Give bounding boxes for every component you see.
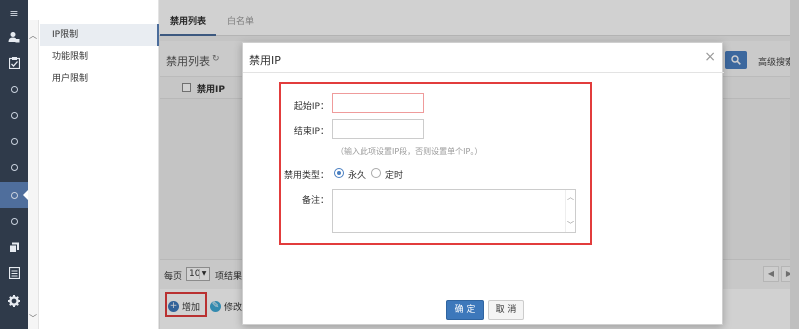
submenu-collapse-bar[interactable]: ︿ ﹀ <box>28 20 39 329</box>
chevron-up-icon[interactable]: ︿ <box>567 192 574 202</box>
remark-label: 备注： <box>301 196 329 206</box>
menu-toggle-icon[interactable]: ≡ <box>0 0 28 26</box>
chevron-up-icon[interactable]: ︿ <box>29 30 37 41</box>
list-icon[interactable] <box>0 260 28 286</box>
radio-permanent-label[interactable]: 永久 <box>348 168 366 181</box>
circle-icon[interactable] <box>0 154 28 180</box>
dialog-title: 禁用IP <box>249 54 281 67</box>
dialog-header: 禁用IP × <box>243 43 724 73</box>
confirm-button[interactable]: 确 定 <box>446 300 484 320</box>
left-rail: ≡ <box>0 0 28 329</box>
clipboard-check-icon[interactable] <box>0 50 28 76</box>
cancel-button[interactable]: 取 消 <box>488 300 524 320</box>
circle-icon[interactable] <box>0 128 28 154</box>
end-ip-label: 结束IP： <box>293 127 329 137</box>
end-ip-hint: （输入此项设置IP段，否则设置单个IP。） <box>336 147 483 156</box>
radio-scheduled[interactable] <box>371 168 381 178</box>
circle-icon-active[interactable] <box>0 182 28 208</box>
radio-scheduled-label[interactable]: 定时 <box>385 168 403 181</box>
radio-permanent[interactable] <box>334 168 344 178</box>
start-ip-label: 起始IP： <box>293 102 329 112</box>
gear-icon[interactable] <box>0 288 28 314</box>
submenu-item-function-limit[interactable]: 功能限制 <box>40 46 159 68</box>
circle-icon[interactable] <box>0 208 28 234</box>
textarea-scrollbar[interactable]: ︿ ﹀ <box>565 190 575 232</box>
submenu-item-user-limit[interactable]: 用户限制 <box>40 68 159 90</box>
submenu: ︿ ﹀ IP限制 功能限制 用户限制 ☰ <box>28 0 170 329</box>
start-ip-input[interactable] <box>332 93 424 113</box>
chevron-down-icon[interactable]: ﹀ <box>29 313 37 324</box>
submenu-item-ip-limit[interactable]: IP限制 <box>40 24 159 46</box>
user-lock-icon[interactable] <box>0 24 28 50</box>
close-icon[interactable]: × <box>704 49 716 65</box>
remark-textarea[interactable]: ︿ ﹀ <box>332 189 576 233</box>
circle-icon[interactable] <box>0 76 28 102</box>
circle-icon[interactable] <box>0 102 28 128</box>
copy-icon[interactable] <box>0 234 28 260</box>
block-ip-dialog: 禁用IP × 起始IP： 结束IP： （输入此项设置IP段，否则设置单个IP。）… <box>242 42 724 325</box>
form-highlight-box: 起始IP： 结束IP： （输入此项设置IP段，否则设置单个IP。） 禁用类型： … <box>279 82 592 245</box>
chevron-down-icon[interactable]: ﹀ <box>567 220 574 230</box>
block-type-label: 禁用类型： <box>283 171 329 181</box>
end-ip-input[interactable] <box>332 119 424 139</box>
